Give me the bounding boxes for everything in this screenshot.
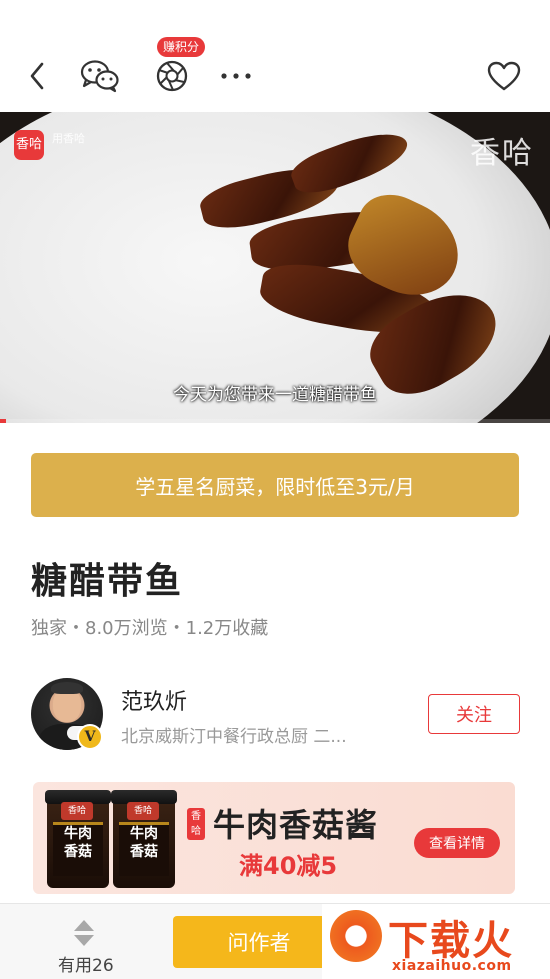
verified-v-icon: V <box>77 724 103 750</box>
ad-brand-logo: 香哈 <box>187 808 205 840</box>
back-icon[interactable] <box>16 56 60 96</box>
ad-title: 牛肉香菇酱 <box>213 806 379 844</box>
vip-promo-button[interactable]: 学五星名厨菜，限时低至3元/月 <box>31 453 519 517</box>
ad-view-details-button[interactable]: 查看详情 <box>414 828 500 858</box>
recipe-stats: 独家・8.0万浏览・1.2万收藏 <box>31 618 269 639</box>
sauce-jar-image: 香哈 牛肉 香菇 <box>111 790 177 888</box>
jar-label-text: 香菇 <box>64 844 92 860</box>
video-logo-caption: 用香哈 <box>52 132 85 145</box>
video-progress-bar[interactable] <box>0 419 550 423</box>
avatar-hair <box>51 682 83 694</box>
author-name[interactable]: 范玖炘 <box>121 684 187 716</box>
jar-label-text: 牛肉 <box>130 826 158 842</box>
useful-vote-icon[interactable] <box>72 918 96 948</box>
video-progress-fill <box>0 419 6 423</box>
jar-label-text: 牛肉 <box>64 826 92 842</box>
ask-author-button[interactable]: 问作者 <box>173 916 345 968</box>
more-icon[interactable] <box>214 56 258 96</box>
jar-label: 牛肉 香菇 <box>119 822 169 876</box>
bottom-bar: 有用26 问作者 下载火 xiazaihuo.com <box>0 903 550 979</box>
site-watermark: 下载火 xiazaihuo.com <box>322 904 550 979</box>
video-subtitle: 今天为您带来一道糖醋带鱼 <box>173 385 377 405</box>
jar-logo: 香哈 <box>61 802 93 820</box>
camera-shutter-icon[interactable] <box>150 56 194 96</box>
wechat-share-icon[interactable] <box>78 56 122 96</box>
watermark-url: xiazaihuo.com <box>392 958 512 974</box>
author-title: 北京威斯汀中餐行政总厨 二... <box>121 727 347 747</box>
jar-label: 牛肉 香菇 <box>53 822 103 876</box>
earn-points-badge[interactable]: 赚积分 <box>157 37 206 57</box>
jar-logo: 香哈 <box>127 802 159 820</box>
video-watermark: 香哈 <box>470 136 534 171</box>
flame-logo-icon <box>330 910 382 962</box>
follow-button[interactable]: 关注 <box>428 694 520 734</box>
video-logo: 香哈 <box>14 130 44 160</box>
sauce-jar-image: 香哈 牛肉 香菇 <box>45 790 111 888</box>
ad-banner[interactable]: 香哈 牛肉 香菇 香哈 牛肉 香菇 香哈 牛肉香菇酱 满40减5 查看详情 <box>33 782 515 894</box>
favorite-heart-icon[interactable] <box>482 56 526 96</box>
top-bar: 赚积分 <box>0 0 550 112</box>
jar-label-text: 香菇 <box>130 844 158 860</box>
recipe-video[interactable]: 香哈 用香哈 香哈 今天为您带来一道糖醋带鱼 <box>0 112 550 423</box>
useful-count[interactable]: 有用26 <box>58 951 114 976</box>
ad-discount: 满40减5 <box>239 852 338 880</box>
recipe-title: 糖醋带鱼 <box>31 561 184 602</box>
